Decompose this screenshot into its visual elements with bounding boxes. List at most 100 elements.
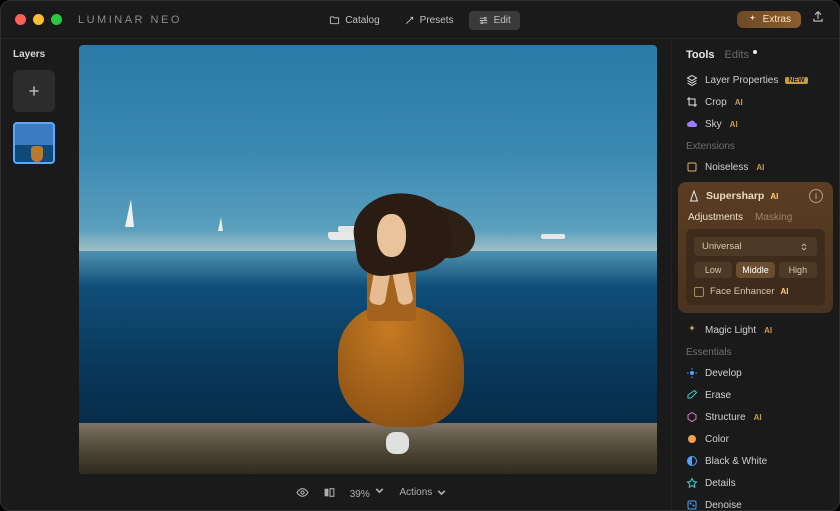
color-icon xyxy=(686,433,698,445)
structure-icon xyxy=(686,411,698,423)
ai-badge: AI xyxy=(730,120,738,129)
supersharp-form: Universal Low Middle High Face Enhancer … xyxy=(686,229,825,305)
tool-label: Noiseless xyxy=(705,162,748,173)
strength-middle[interactable]: Middle xyxy=(736,262,774,278)
tool-label: Magic Light xyxy=(705,325,756,336)
noise-icon xyxy=(686,161,698,173)
denoise-icon xyxy=(686,499,698,510)
tool-crop[interactable]: Crop AI xyxy=(672,91,839,113)
toggle-preview-button[interactable] xyxy=(296,486,309,499)
checkbox-icon xyxy=(694,287,704,297)
eye-icon xyxy=(296,486,309,499)
nav-presets-label: Presets xyxy=(420,15,454,26)
tool-label: Structure xyxy=(705,412,746,423)
ai-badge: AI xyxy=(756,163,764,172)
panel-tabs: Tools Edits xyxy=(672,49,839,69)
tool-label: Layer Properties xyxy=(705,75,778,86)
tool-label: Color xyxy=(705,434,729,445)
tool-develop[interactable]: Develop xyxy=(672,362,839,384)
subtab-adjustments[interactable]: Adjustments xyxy=(688,212,743,223)
nav-edit[interactable]: Edit xyxy=(469,11,520,30)
maximize-window-button[interactable] xyxy=(51,14,62,25)
section-essentials: Essentials xyxy=(672,341,839,362)
tool-sky[interactable]: Sky AI xyxy=(672,113,839,135)
chevron-down-icon xyxy=(373,484,386,497)
ai-badge: AI xyxy=(780,287,788,296)
sparkle-icon xyxy=(747,14,758,25)
main-body: Layers xyxy=(1,39,839,510)
tool-bw[interactable]: Black & White xyxy=(672,450,839,472)
minimize-window-button[interactable] xyxy=(33,14,44,25)
titlebar: LUMINAR NEO Catalog Presets Edit Extras xyxy=(1,1,839,39)
nav-edit-label: Edit xyxy=(494,15,511,26)
tab-edits[interactable]: Edits xyxy=(725,49,749,61)
window-controls xyxy=(15,14,62,25)
zoom-dropdown[interactable]: 39% xyxy=(350,484,386,500)
section-extensions: Extensions xyxy=(672,135,839,156)
photo-preview xyxy=(79,45,657,474)
layers-icon xyxy=(686,74,698,86)
updown-icon xyxy=(799,242,809,252)
supersharp-header[interactable]: Supersharp AI i xyxy=(678,182,833,210)
tool-label: Develop xyxy=(705,368,742,379)
tool-label: Supersharp xyxy=(706,190,764,202)
eraser-icon xyxy=(686,389,698,401)
share-button[interactable] xyxy=(811,10,825,29)
compare-button[interactable] xyxy=(323,486,336,499)
tool-details[interactable]: Details xyxy=(672,472,839,494)
subtab-masking[interactable]: Masking xyxy=(755,212,792,223)
canvas-toolbar: 39% Actions xyxy=(79,474,665,510)
mode-select[interactable]: Universal xyxy=(694,237,817,256)
app-window: LUMINAR NEO Catalog Presets Edit Extras xyxy=(0,0,840,511)
tool-structure[interactable]: Structure AI xyxy=(672,406,839,428)
layers-panel: Layers xyxy=(1,39,79,510)
ai-badge: AI xyxy=(754,413,762,422)
nav-catalog[interactable]: Catalog xyxy=(320,11,388,30)
tools-panel: Tools Edits Layer Properties NEW Crop AI… xyxy=(671,39,839,510)
tool-layer-properties[interactable]: Layer Properties NEW xyxy=(672,69,839,91)
folder-icon xyxy=(329,15,340,26)
nav-presets[interactable]: Presets xyxy=(395,11,463,30)
image-canvas[interactable] xyxy=(79,45,657,474)
close-window-button[interactable] xyxy=(15,14,26,25)
tool-supersharp-expanded: Supersharp AI i Adjustments Masking Univ… xyxy=(678,182,833,313)
supersharp-subtabs: Adjustments Masking xyxy=(678,210,833,229)
tab-tools[interactable]: Tools xyxy=(686,49,715,61)
strength-high[interactable]: High xyxy=(779,262,817,278)
canvas-area: 39% Actions xyxy=(79,39,671,510)
compare-icon xyxy=(323,486,336,499)
tool-magic-light[interactable]: Magic Light AI xyxy=(672,319,839,341)
extras-label: Extras xyxy=(763,14,791,25)
sparkle-icon xyxy=(686,324,698,336)
ai-badge: AI xyxy=(764,326,772,335)
zoom-value: 39% xyxy=(350,489,370,500)
sliders-icon xyxy=(478,15,489,26)
strength-low[interactable]: Low xyxy=(694,262,732,278)
strength-segment: Low Middle High xyxy=(694,262,817,278)
tool-label: Crop xyxy=(705,97,727,108)
add-layer-button[interactable] xyxy=(13,70,55,112)
tool-label: Sky xyxy=(705,119,722,130)
tool-label: Erase xyxy=(705,390,731,401)
tool-label: Denoise xyxy=(705,500,742,511)
ai-badge: AI xyxy=(770,192,778,201)
ai-badge: AI xyxy=(735,98,743,107)
wand-icon xyxy=(404,15,415,26)
info-button[interactable]: i xyxy=(809,189,823,203)
tool-label: Details xyxy=(705,478,736,489)
sharpen-icon xyxy=(688,190,700,202)
tool-denoise[interactable]: Denoise xyxy=(672,494,839,510)
tool-erase[interactable]: Erase xyxy=(672,384,839,406)
extras-button[interactable]: Extras xyxy=(737,11,801,28)
tool-label: Black & White xyxy=(705,456,767,467)
crop-icon xyxy=(686,96,698,108)
tool-color[interactable]: Color xyxy=(672,428,839,450)
face-enhancer-checkbox[interactable]: Face Enhancer AI xyxy=(694,286,817,297)
tool-noiseless[interactable]: Noiseless AI xyxy=(672,156,839,178)
new-badge: NEW xyxy=(785,77,807,84)
details-icon xyxy=(686,477,698,489)
develop-icon xyxy=(686,367,698,379)
actions-dropdown[interactable]: Actions xyxy=(400,486,449,499)
app-brand: LUMINAR NEO xyxy=(78,14,182,26)
layer-thumbnail-selected[interactable] xyxy=(13,122,55,164)
